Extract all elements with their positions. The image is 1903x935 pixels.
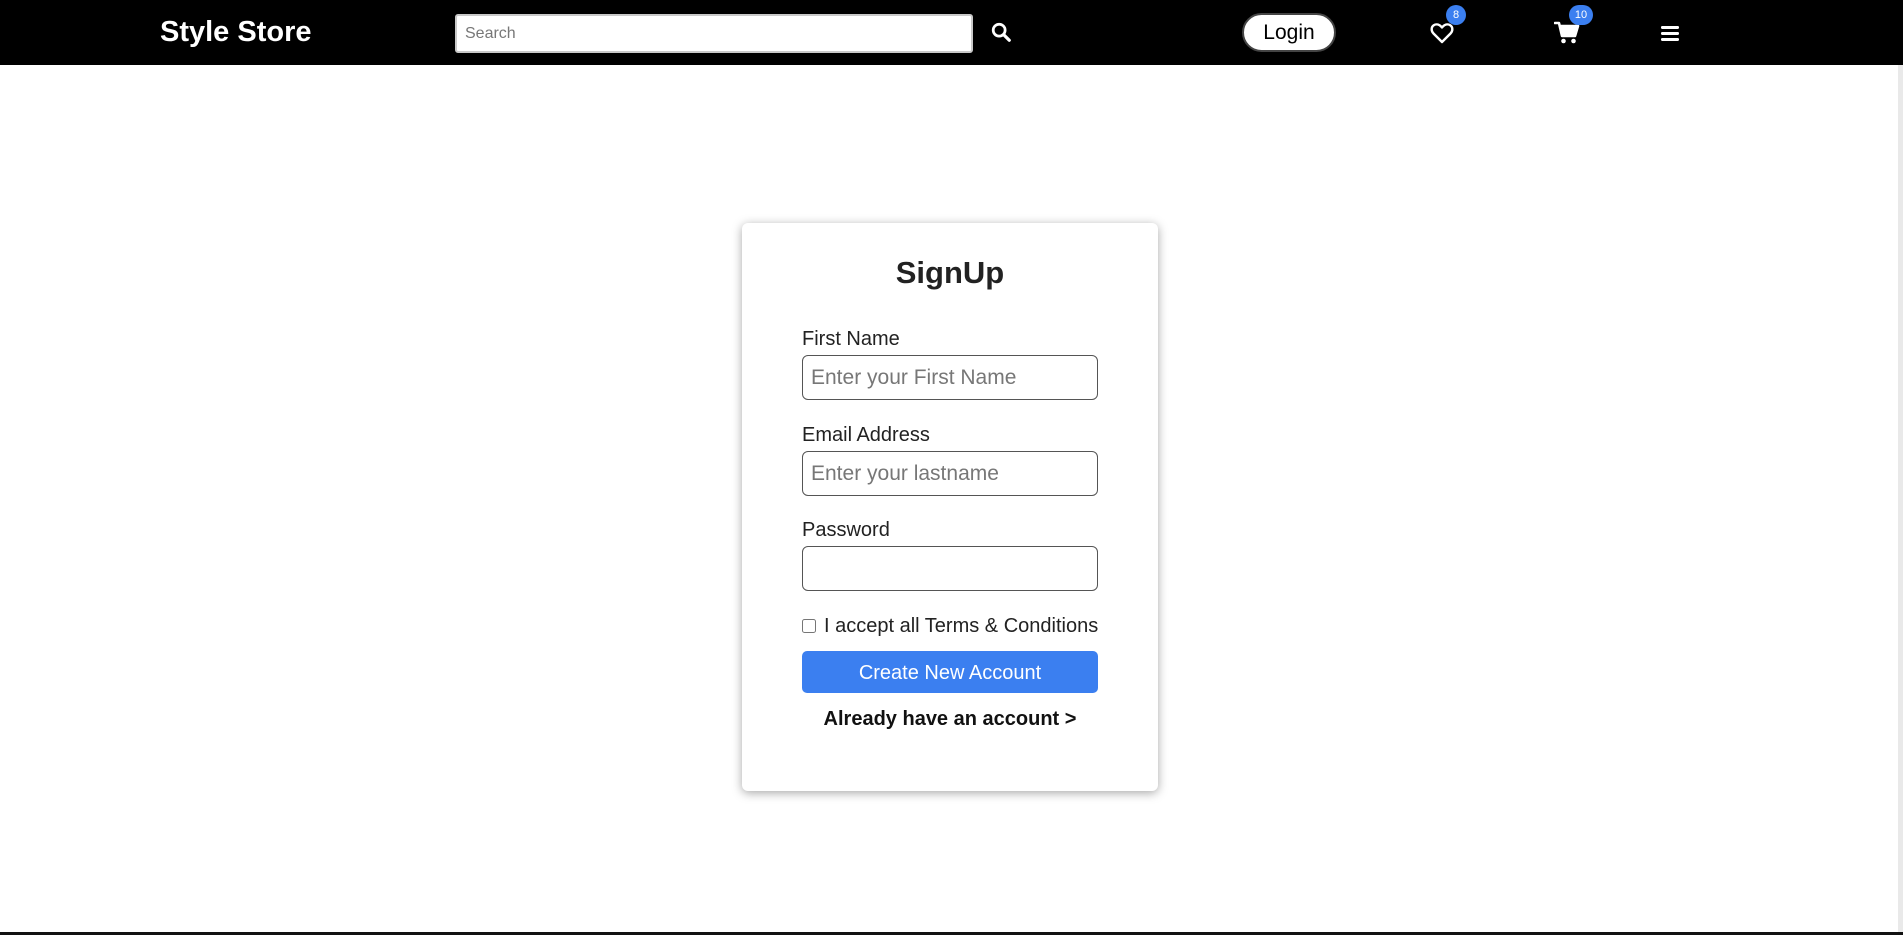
heart-icon [1430, 23, 1454, 44]
cart-count-badge: 10 [1569, 5, 1593, 25]
menu-button[interactable] [1655, 18, 1685, 48]
hamburger-menu-icon [1661, 26, 1679, 41]
brand-logo[interactable]: Style Store [160, 14, 312, 50]
terms-row: I accept all Terms & Conditions [802, 613, 1098, 639]
page-scrollbar[interactable] [1898, 65, 1903, 935]
email-label: Email Address [802, 424, 930, 446]
create-account-button[interactable]: Create New Account [802, 651, 1098, 693]
search-button[interactable] [988, 18, 1014, 46]
navbar: Style Store Login 8 10 [0, 0, 1903, 65]
page-title: SignUp [895, 255, 1005, 290]
password-field[interactable] [802, 546, 1098, 591]
password-label: Password [802, 519, 890, 541]
terms-label[interactable]: I accept all Terms & Conditions [824, 613, 1098, 639]
first-name-label: First Name [802, 328, 900, 350]
login-link[interactable]: Already have an account > [742, 706, 1158, 732]
signup-card: SignUp First Name Email Address Password… [742, 223, 1158, 791]
search-input[interactable] [455, 14, 973, 53]
login-button[interactable]: Login [1242, 13, 1336, 52]
terms-checkbox[interactable] [802, 619, 816, 633]
email-field[interactable] [802, 451, 1098, 496]
search-icon [991, 22, 1011, 42]
wishlist-count-badge: 8 [1446, 5, 1466, 25]
first-name-field[interactable] [802, 355, 1098, 400]
